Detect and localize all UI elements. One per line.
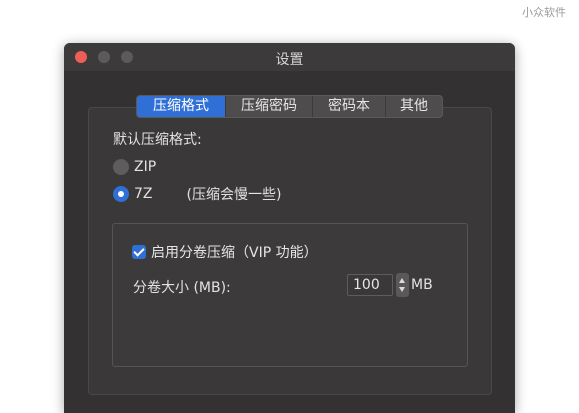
split-size-label: 分卷大小 (MB): — [133, 280, 231, 296]
split-size-stepper[interactable] — [396, 273, 409, 297]
default-format-label: 默认压缩格式: — [113, 132, 202, 148]
watermark-text: 小众软件 — [522, 6, 566, 19]
split-enable-row[interactable]: 启用分卷压缩（VIP 功能） — [132, 242, 318, 262]
radio-7z-note: (压缩会慢一些) — [186, 187, 282, 203]
settings-window: 设置 压缩格式 压缩密码 密码本 其他 默认压缩格式: ZIP 7Z (压缩会慢… — [64, 43, 515, 413]
split-enable-checkbox[interactable] — [132, 245, 146, 259]
split-size-unit: MB — [411, 277, 433, 293]
stepper-down-icon[interactable] — [399, 287, 405, 292]
radio-zip[interactable] — [113, 159, 129, 175]
tab-bar: 压缩格式 压缩密码 密码本 其他 — [136, 95, 443, 118]
radio-7z-label: 7Z — [134, 186, 153, 202]
radio-zip-row[interactable]: ZIP — [113, 159, 156, 175]
split-size-input[interactable]: 100 — [347, 274, 393, 296]
tab-compression-format[interactable]: 压缩格式 — [137, 96, 225, 117]
radio-7z-row[interactable]: 7Z (压缩会慢一些) — [113, 184, 281, 204]
window-title: 设置 — [275, 52, 304, 68]
radio-7z[interactable] — [113, 186, 129, 202]
title-bar: 设置 — [64, 43, 515, 71]
tab-compression-password[interactable]: 压缩密码 — [225, 96, 312, 117]
tab-password-book[interactable]: 密码本 — [312, 96, 385, 117]
tab-other[interactable]: 其他 — [385, 96, 442, 117]
split-enable-label: 启用分卷压缩（VIP 功能） — [151, 245, 318, 261]
radio-zip-label: ZIP — [134, 159, 157, 175]
stepper-up-icon[interactable] — [399, 278, 405, 283]
